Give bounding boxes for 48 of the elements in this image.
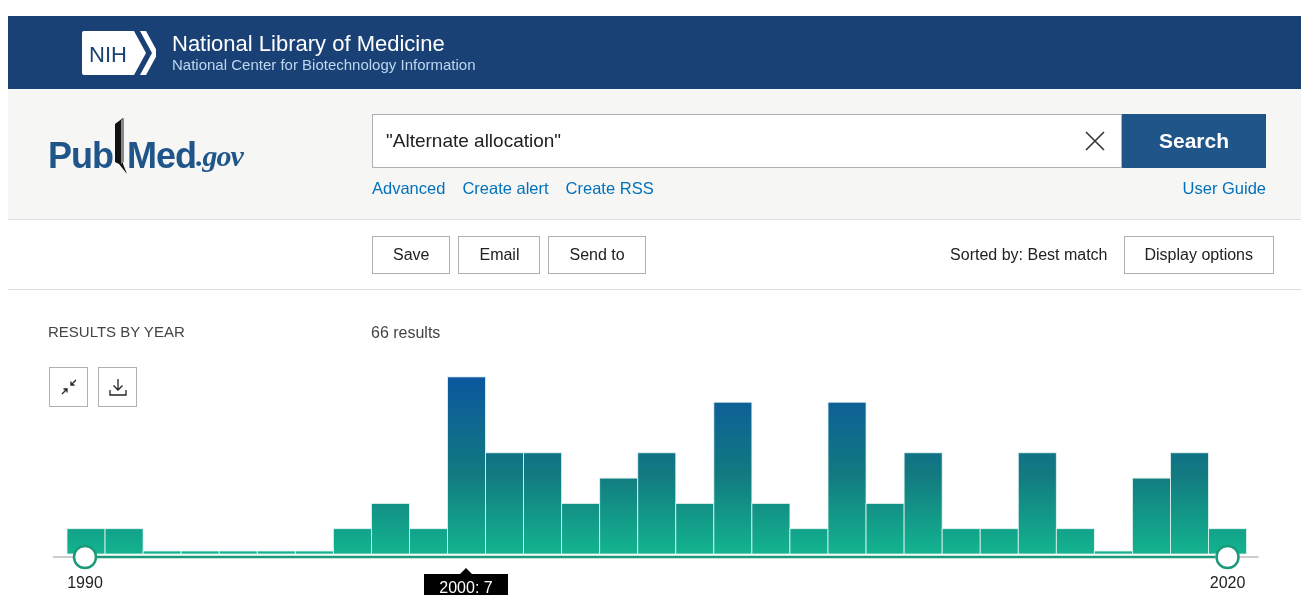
year-bar[interactable]: [1055, 528, 1095, 555]
slider-handle[interactable]: [1215, 544, 1240, 570]
display-options-button[interactable]: Display options: [1123, 235, 1274, 274]
site-subtitle: National Center for Biotechnology Information: [172, 56, 476, 73]
search-link[interactable]: Advanced: [372, 176, 446, 201]
download-icon[interactable]: [98, 367, 137, 407]
year-bar[interactable]: [561, 503, 601, 555]
logo-text[interactable]: Pub: [48, 136, 113, 176]
search-link[interactable]: Create alert: [462, 176, 549, 201]
year-bar[interactable]: [941, 528, 981, 555]
search-link[interactable]: Create RSS: [565, 176, 654, 201]
axis-label: 1990: [67, 574, 103, 591]
year-bar[interactable]: [637, 452, 677, 555]
year-bar[interactable]: [789, 528, 829, 555]
slider-handle[interactable]: [72, 544, 98, 570]
logo-text[interactable]: Med: [127, 136, 196, 176]
year-bar[interactable]: [1132, 477, 1171, 555]
search-button[interactable]: Search: [1122, 114, 1266, 168]
year-bar[interactable]: [485, 452, 524, 555]
year-bar[interactable]: [827, 401, 867, 555]
sort-label: Sorted by: Best match: [950, 244, 1108, 265]
axis-label: 2020: [1209, 574, 1246, 591]
user-guide-link[interactable]: User Guide: [1182, 176, 1266, 201]
year-bar[interactable]: [1017, 452, 1057, 555]
collapse-icon[interactable]: [49, 367, 88, 407]
year-bar[interactable]: [104, 528, 144, 555]
year-bar[interactable]: [1170, 452, 1209, 555]
year-bar[interactable]: [675, 503, 715, 555]
results-count: 66 results: [371, 323, 441, 343]
action-button[interactable]: Email: [458, 235, 541, 274]
year-bar[interactable]: [751, 503, 791, 555]
year-bar[interactable]: [713, 401, 753, 555]
year-bar[interactable]: [409, 528, 448, 555]
action-button[interactable]: Send to: [548, 235, 646, 274]
year-bar[interactable]: [903, 452, 943, 555]
year-bar[interactable]: [979, 528, 1019, 555]
nih-logo: NIH: [82, 30, 156, 75]
year-bar[interactable]: [371, 503, 410, 555]
year-bar[interactable]: [447, 376, 486, 555]
year-bar[interactable]: [599, 477, 639, 555]
results-heading: RESULTS BY YEAR: [48, 322, 185, 342]
logo-domain[interactable]: .gov: [196, 136, 243, 176]
year-bar[interactable]: [523, 452, 563, 555]
tooltip: 2000: 7: [424, 568, 508, 595]
action-button[interactable]: Save: [372, 235, 451, 274]
site-title: National Library of Medicine: [172, 32, 446, 56]
year-bar[interactable]: [332, 528, 372, 555]
year-bar[interactable]: [865, 503, 905, 555]
